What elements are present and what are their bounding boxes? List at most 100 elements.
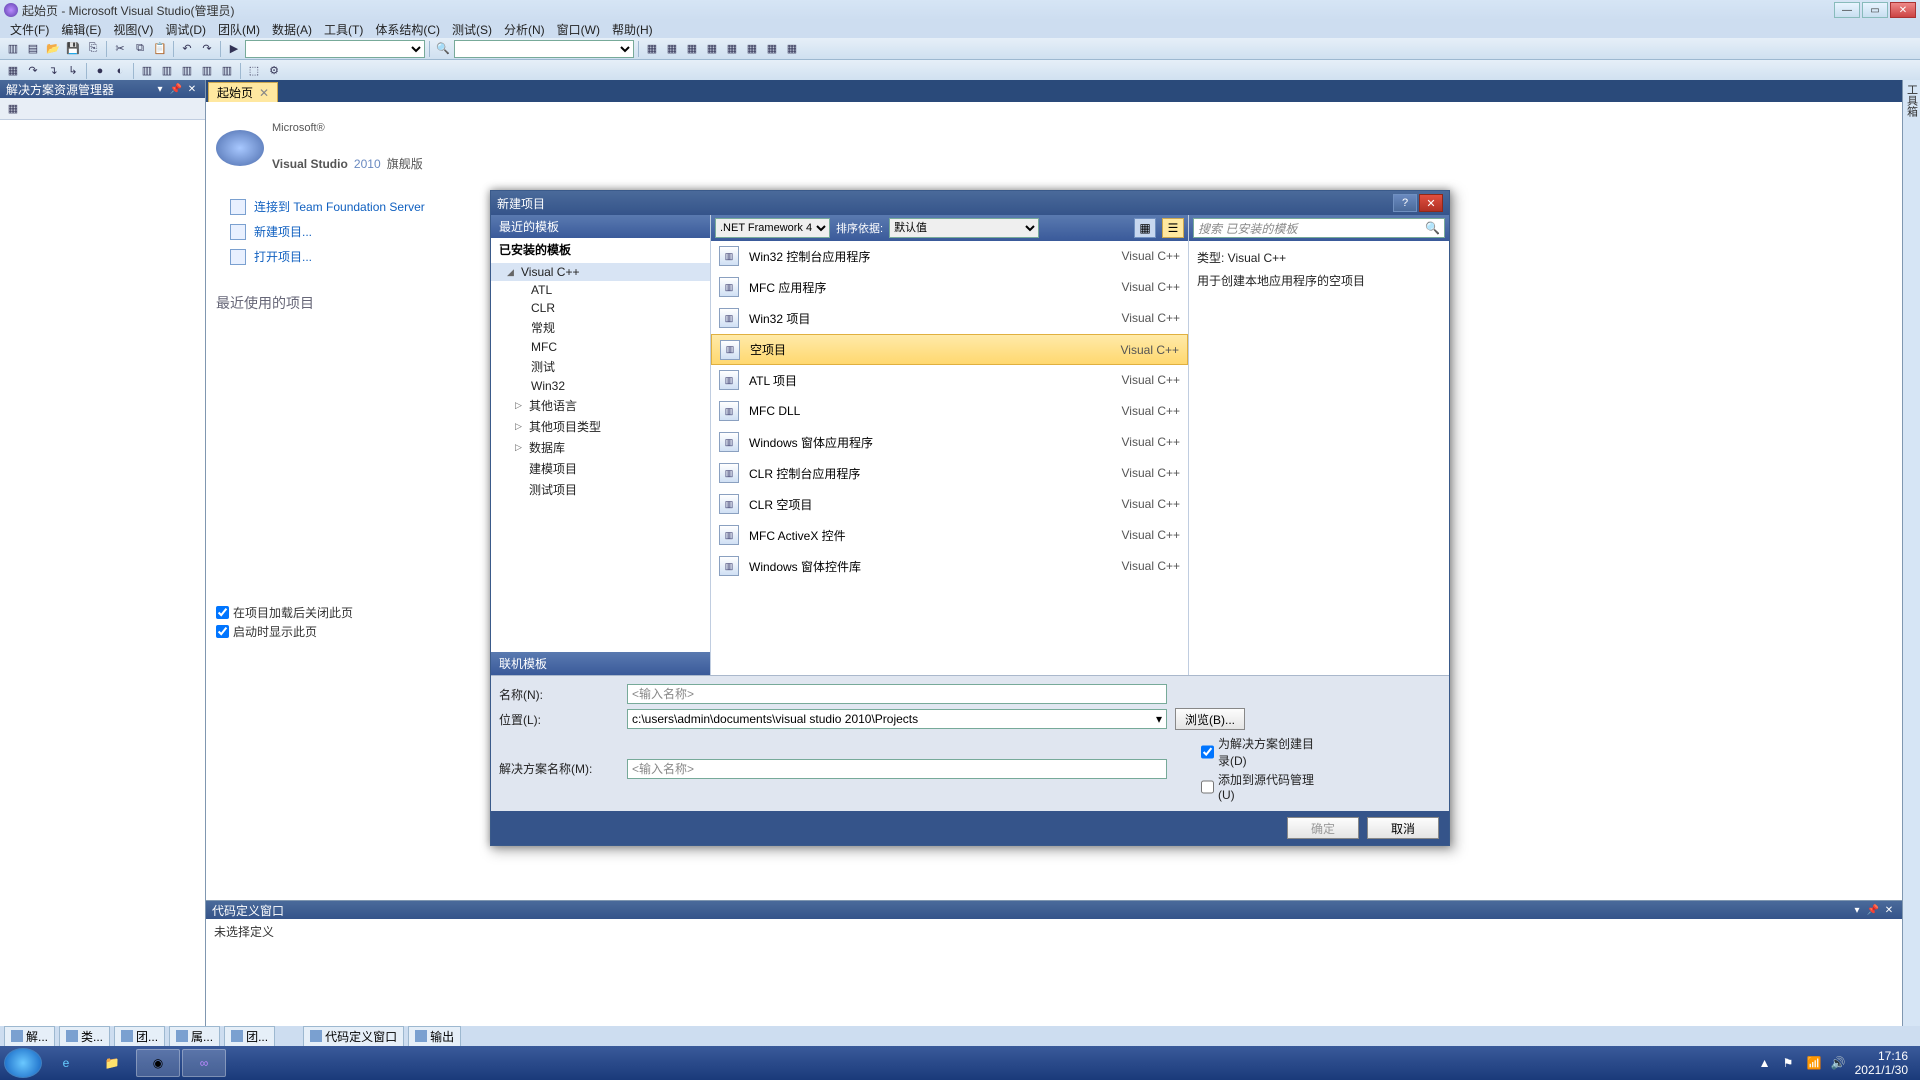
bp-icon[interactable]: ●	[91, 62, 109, 80]
cat-recent[interactable]: 最近的模板	[491, 215, 710, 238]
menu-data[interactable]: 数据(A)	[266, 20, 318, 38]
start-button[interactable]	[4, 1048, 42, 1078]
template-row[interactable]: ▥CLR 空项目Visual C++	[711, 489, 1188, 520]
win3-icon[interactable]: ▥	[178, 62, 196, 80]
tool-7-icon[interactable]: ▦	[763, 40, 781, 58]
name-input[interactable]	[627, 684, 1167, 704]
step-out-icon[interactable]: ↳	[64, 62, 82, 80]
template-list[interactable]: ▥Win32 控制台应用程序Visual C++▥MFC 应用程序Visual …	[711, 241, 1188, 675]
dialog-help-button[interactable]: ?	[1393, 194, 1417, 212]
maximize-button[interactable]: ▭	[1862, 2, 1888, 18]
codedef-dropdown-icon[interactable]: ▾	[1850, 903, 1864, 917]
open-icon[interactable]: 📂	[44, 40, 62, 58]
clock[interactable]: 17:16 2021/1/30	[1855, 1049, 1908, 1078]
search-icon[interactable]: 🔍	[1425, 221, 1440, 235]
solution-name-input[interactable]	[627, 759, 1167, 779]
chk-create-directory[interactable]: 为解决方案创建目录(D)	[1201, 734, 1321, 770]
template-row[interactable]: ▥ATL 项目Visual C++	[711, 365, 1188, 396]
tree-test[interactable]: 测试	[491, 356, 710, 377]
menu-edit[interactable]: 编辑(E)	[55, 20, 107, 38]
view-list-icons[interactable]: ☰	[1162, 218, 1184, 238]
minimize-button[interactable]: —	[1834, 2, 1860, 18]
tab-close-icon[interactable]: ✕	[259, 86, 269, 100]
btab-4[interactable]: 团...	[224, 1026, 275, 1047]
tree-visual-cpp[interactable]: ◢Visual C++	[491, 263, 710, 281]
tool-4-icon[interactable]: ▦	[703, 40, 721, 58]
task-chrome[interactable]: ◉	[136, 1049, 180, 1077]
tool-1-icon[interactable]: ▦	[643, 40, 661, 58]
tree-test-proj[interactable]: 测试项目	[491, 479, 710, 500]
task-vs[interactable]: ∞	[182, 1049, 226, 1077]
tool-2-icon[interactable]: ▦	[663, 40, 681, 58]
bp2-icon[interactable]: ◐	[111, 62, 129, 80]
tree-clr[interactable]: CLR	[491, 299, 710, 317]
tray-action-icon[interactable]: ⚑	[1783, 1056, 1797, 1070]
tool-5-icon[interactable]: ▦	[723, 40, 741, 58]
step-over-icon[interactable]: ↷	[24, 62, 42, 80]
win1-icon[interactable]: ▥	[138, 62, 156, 80]
panel-dropdown-icon[interactable]: ▾	[153, 82, 167, 96]
hex-icon[interactable]: ⬚	[245, 62, 263, 80]
new-file-icon[interactable]: ▤	[24, 40, 42, 58]
tree-mfc[interactable]: MFC	[491, 338, 710, 356]
btab-3[interactable]: 属...	[169, 1026, 220, 1047]
tool-6-icon[interactable]: ▦	[743, 40, 761, 58]
menu-view[interactable]: 视图(V)	[107, 20, 159, 38]
template-row[interactable]: ▥Windows 窗体控件库Visual C++	[711, 551, 1188, 582]
tree-general[interactable]: 常规	[491, 317, 710, 338]
menu-tools[interactable]: 工具(T)	[318, 20, 369, 38]
tree-database[interactable]: ▷数据库	[491, 437, 710, 458]
menu-help[interactable]: 帮助(H)	[606, 20, 659, 38]
tool-3-icon[interactable]: ▦	[683, 40, 701, 58]
btab-code-def[interactable]: 代码定义窗口	[303, 1026, 404, 1047]
tray-up-icon[interactable]: ▲	[1759, 1056, 1773, 1070]
save-icon[interactable]: 💾	[64, 40, 82, 58]
btab-output[interactable]: 输出	[408, 1026, 461, 1047]
tray-volume-icon[interactable]: 🔊	[1831, 1056, 1845, 1070]
win5-icon[interactable]: ▥	[218, 62, 236, 80]
find-icon[interactable]: 🔍	[434, 40, 452, 58]
tree-win32[interactable]: Win32	[491, 377, 710, 395]
template-row[interactable]: ▥MFC ActiveX 控件Visual C++	[711, 520, 1188, 551]
cut-icon[interactable]: ✂	[111, 40, 129, 58]
menu-test[interactable]: 测试(S)	[446, 20, 498, 38]
redo-icon[interactable]: ↷	[198, 40, 216, 58]
solution-tree[interactable]	[0, 120, 205, 1046]
config-combo[interactable]	[245, 40, 425, 58]
btab-0[interactable]: 解...	[4, 1026, 55, 1047]
cat-online[interactable]: 联机模板	[491, 652, 710, 675]
view-small-icons[interactable]: ▦	[1134, 218, 1156, 238]
tree-other-lang[interactable]: ▷其他语言	[491, 395, 710, 416]
menu-debug[interactable]: 调试(D)	[159, 20, 212, 38]
template-row[interactable]: ▥Win32 项目Visual C++	[711, 303, 1188, 334]
paste-icon[interactable]: 📋	[151, 40, 169, 58]
menu-file[interactable]: 文件(F)	[4, 20, 55, 38]
cancel-button[interactable]: 取消	[1367, 817, 1439, 839]
codedef-pin-icon[interactable]: 📌	[1866, 903, 1880, 917]
template-row[interactable]: ▥MFC DLLVisual C++	[711, 396, 1188, 427]
template-row[interactable]: ▥空项目Visual C++	[711, 334, 1188, 365]
win4-icon[interactable]: ▥	[198, 62, 216, 80]
menu-team[interactable]: 团队(M)	[212, 20, 266, 38]
btab-1[interactable]: 类...	[59, 1026, 110, 1047]
menu-arch[interactable]: 体系结构(C)	[369, 20, 446, 38]
save-all-icon[interactable]: ⎘	[84, 40, 102, 58]
menu-window[interactable]: 窗口(W)	[551, 20, 606, 38]
start-debug-icon[interactable]: ▶	[225, 40, 243, 58]
toolbox-tab[interactable]: 工具箱	[1904, 84, 1920, 117]
menu-analyze[interactable]: 分析(N)	[498, 20, 551, 38]
refresh-icon[interactable]: ▦	[4, 100, 22, 118]
template-row[interactable]: ▥Win32 控制台应用程序Visual C++	[711, 241, 1188, 272]
dialog-close-button[interactable]: ✕	[1419, 194, 1443, 212]
task-ie[interactable]: e	[44, 1049, 88, 1077]
step-into-icon[interactable]: ↴	[44, 62, 62, 80]
panel-pin-icon[interactable]: 📌	[169, 82, 183, 96]
tree-atl[interactable]: ATL	[491, 281, 710, 299]
undo-icon[interactable]: ↶	[178, 40, 196, 58]
tray-network-icon[interactable]: 📶	[1807, 1056, 1821, 1070]
location-combo[interactable]: c:\users\admin\documents\visual studio 2…	[627, 709, 1167, 729]
codedef-close-icon[interactable]: ✕	[1882, 903, 1896, 917]
tree-other-type[interactable]: ▷其他项目类型	[491, 416, 710, 437]
template-row[interactable]: ▥CLR 控制台应用程序Visual C++	[711, 458, 1188, 489]
panel-close-icon[interactable]: ✕	[185, 82, 199, 96]
